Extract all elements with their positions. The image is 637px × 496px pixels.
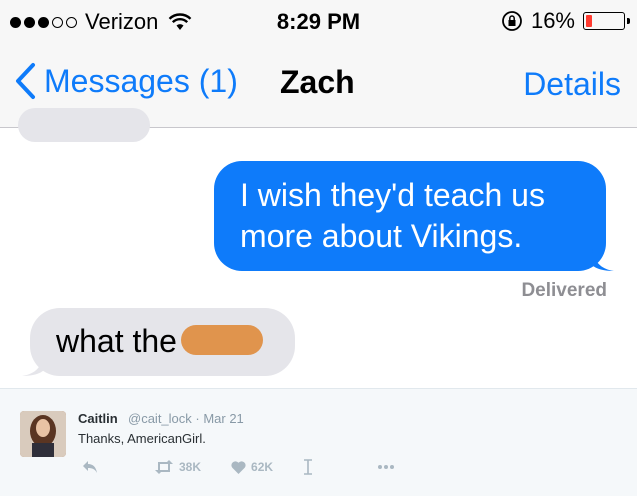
more-icon bbox=[378, 465, 395, 469]
heart-icon bbox=[231, 460, 246, 474]
back-button[interactable]: Messages (1) bbox=[14, 62, 238, 100]
back-label: Messages (1) bbox=[44, 62, 238, 99]
retweet-count: 38K bbox=[179, 460, 202, 474]
bubble-tail-icon bbox=[22, 354, 44, 376]
more-button[interactable] bbox=[377, 464, 395, 470]
tweet-card: Caitlin @cait_lock · Mar 21 Thanks, Amer… bbox=[0, 388, 637, 496]
delivered-status: Delivered bbox=[521, 280, 607, 301]
analytics-button[interactable] bbox=[303, 459, 313, 475]
conversation-title: Zach bbox=[280, 64, 355, 100]
bubble-tail-icon bbox=[592, 249, 614, 271]
reply-button[interactable] bbox=[82, 460, 98, 474]
redaction-mark bbox=[181, 325, 263, 355]
battery-icon bbox=[583, 12, 630, 30]
retweet-icon bbox=[155, 460, 173, 474]
rotation-lock-icon bbox=[502, 11, 522, 31]
tweet-actions: 38K 62K bbox=[78, 459, 395, 475]
details-button[interactable]: Details bbox=[523, 66, 621, 103]
reply-icon bbox=[83, 461, 97, 473]
avatar[interactable] bbox=[20, 411, 66, 457]
tweet-text: Thanks, AmericanGirl. bbox=[78, 431, 206, 446]
like-button[interactable]: 62K bbox=[231, 460, 273, 474]
text-cursor-icon bbox=[304, 459, 313, 475]
chevron-left-icon bbox=[16, 63, 35, 99]
tweet-author-name[interactable]: Caitlin bbox=[78, 411, 118, 426]
retweet-button[interactable]: 38K bbox=[154, 460, 201, 474]
conversation-area: I wish they'd teach us more about Viking… bbox=[0, 108, 637, 388]
status-bar: Verizon 8:29 PM 16% bbox=[0, 0, 637, 40]
incoming-message-text: what the f bbox=[56, 323, 195, 359]
previous-message-bubble[interactable] bbox=[18, 108, 150, 142]
outgoing-message-text: I wish they'd teach us more about Viking… bbox=[240, 177, 545, 254]
tweet-handle[interactable]: @cait_lock · Mar 21 bbox=[128, 411, 244, 426]
outgoing-message-bubble[interactable]: I wish they'd teach us more about Viking… bbox=[214, 161, 614, 271]
like-count: 62K bbox=[251, 460, 274, 474]
battery-percent: 16% bbox=[530, 8, 575, 33]
